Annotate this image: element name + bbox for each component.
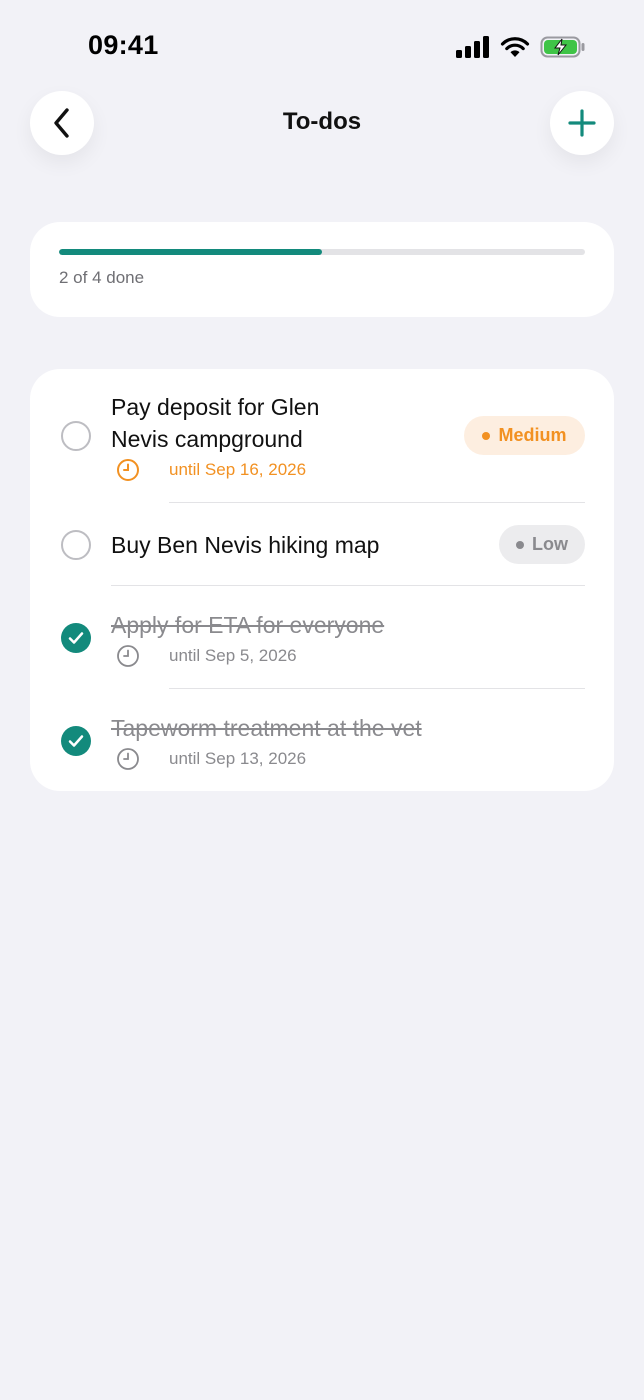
progress-bar-fill <box>59 249 322 255</box>
priority-badge: Low <box>499 525 585 564</box>
status-time: 09:41 <box>88 30 159 60</box>
priority-label: Low <box>532 534 568 554</box>
divider <box>111 585 585 586</box>
add-todo-button[interactable] <box>550 91 614 155</box>
progress-label: 2 of 4 done <box>59 268 145 287</box>
task-checkbox-checked[interactable] <box>61 623 91 653</box>
task-title[interactable]: Apply for ETA for everyone <box>111 609 551 641</box>
priority-badge: Medium <box>464 416 585 455</box>
due-date: until Sep 13, 2026 <box>169 749 307 768</box>
status-icons <box>456 36 586 58</box>
priority-dot <box>482 431 491 440</box>
due-date: until Sep 16, 2026 <box>169 460 307 479</box>
divider <box>169 502 585 503</box>
progress-bar <box>59 249 585 255</box>
status-bar: 09:41 <box>0 0 644 90</box>
page-title: To-dos <box>282 108 362 135</box>
task-title[interactable]: Pay deposit for Glen Nevis campground <box>111 391 441 455</box>
cellular-signal-icon <box>456 36 489 58</box>
task-title[interactable]: Buy Ben Nevis hiking map <box>111 529 441 561</box>
plus-icon <box>568 109 596 137</box>
task-checkbox-checked[interactable] <box>61 726 91 756</box>
checkmark-icon <box>68 735 84 747</box>
wifi-icon <box>500 37 530 57</box>
task-checkbox[interactable] <box>61 421 91 451</box>
priority-dot <box>516 540 524 549</box>
clock-icon <box>117 645 139 667</box>
progress-card: 2 of 4 done <box>30 222 614 317</box>
task-title-line: Pay deposit for Glen <box>111 394 320 420</box>
task-checkbox[interactable] <box>61 530 91 560</box>
task-title-line: Nevis campground <box>111 426 303 452</box>
clock-icon <box>117 748 139 770</box>
divider <box>169 688 585 689</box>
todo-list: Pay deposit for Glen Nevis campground un… <box>30 369 614 791</box>
battery-charging-icon <box>540 36 585 58</box>
due-date: until Sep 5, 2026 <box>169 646 297 665</box>
checkmark-icon <box>68 632 84 644</box>
clock-icon <box>117 459 139 481</box>
priority-label: Medium <box>498 425 567 445</box>
task-title[interactable]: Tapeworm treatment at the vet <box>111 712 571 744</box>
